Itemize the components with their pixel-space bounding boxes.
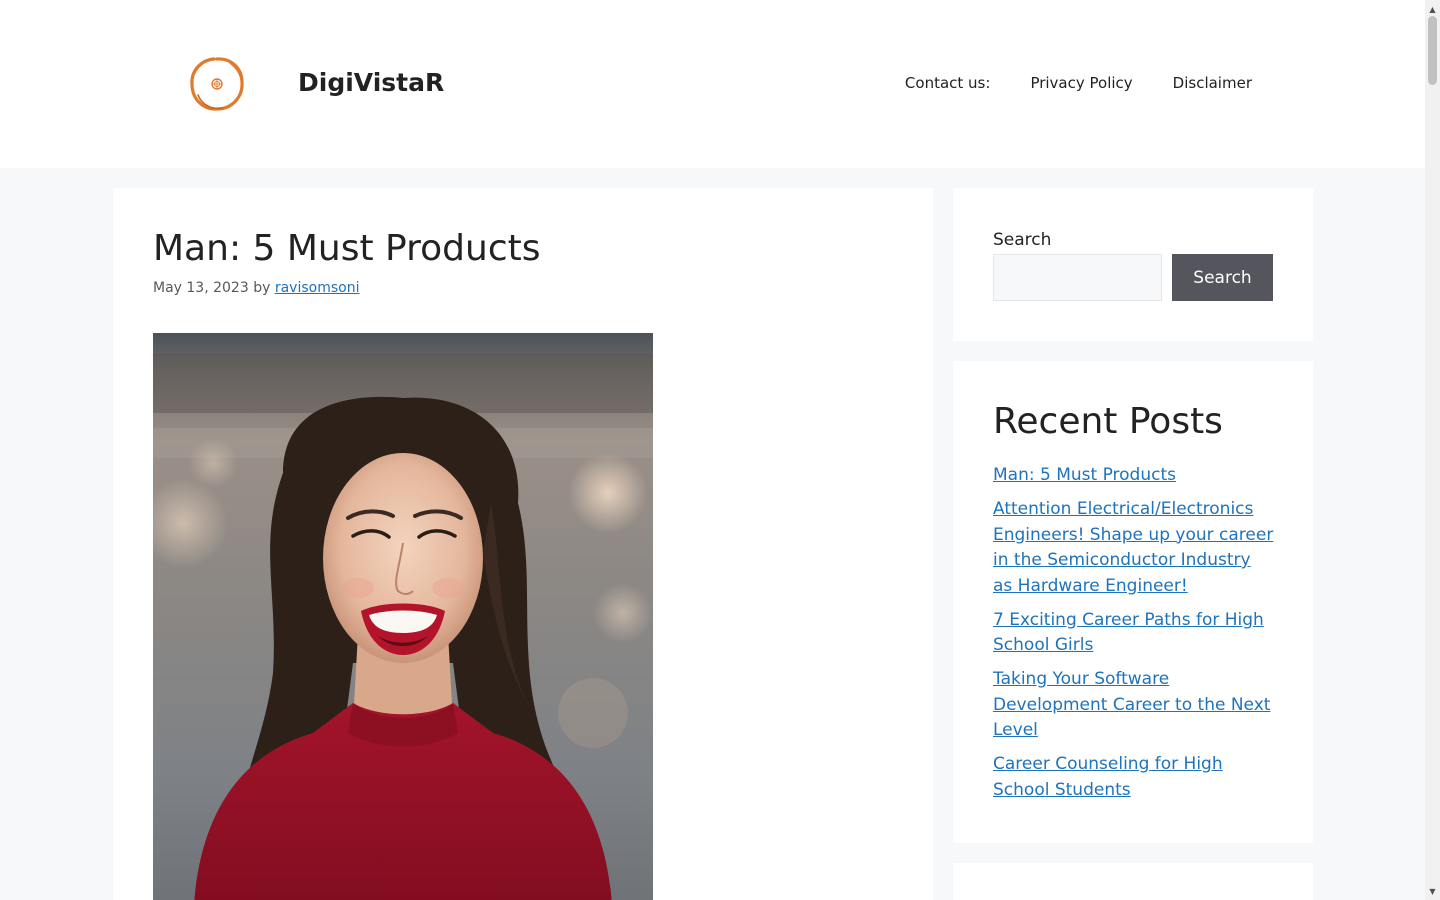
main-navigation: Contact us: Privacy Policy Disclaimer bbox=[905, 72, 1252, 94]
article-container: Man: 5 Must Products May 13, 2023 by rav… bbox=[113, 188, 933, 900]
recent-posts-list: Man: 5 Must Products Attention Electrica… bbox=[993, 463, 1275, 812]
list-item: Career Counseling for High School Studen… bbox=[993, 752, 1275, 803]
list-item: Taking Your Software Development Career … bbox=[993, 667, 1275, 744]
search-button[interactable]: Search bbox=[1172, 254, 1273, 301]
recent-post-link[interactable]: Man: 5 Must Products bbox=[993, 465, 1176, 485]
featured-image bbox=[153, 333, 653, 900]
recent-post-link[interactable]: Attention Electrical/Electronics Enginee… bbox=[993, 499, 1273, 596]
list-item: Man: 5 Must Products bbox=[993, 463, 1275, 489]
list-item: 7 Exciting Career Paths for High School … bbox=[993, 608, 1275, 659]
recent-post-link[interactable]: Taking Your Software Development Career … bbox=[993, 669, 1270, 740]
search-label: Search bbox=[993, 230, 1052, 250]
scroll-up-arrow-icon[interactable]: ▲ bbox=[1425, 2, 1440, 16]
search-input[interactable] bbox=[993, 254, 1162, 301]
article-by-label: by bbox=[253, 280, 271, 296]
recent-post-link[interactable]: 7 Exciting Career Paths for High School … bbox=[993, 610, 1264, 656]
scrollbar-thumb[interactable] bbox=[1428, 16, 1437, 85]
page-viewport: DigiVistaR Contact us: Privacy Policy Di… bbox=[0, 0, 1425, 900]
recent-post-link[interactable]: Career Counseling for High School Studen… bbox=[993, 754, 1223, 800]
article-title: Man: 5 Must Products bbox=[153, 228, 541, 269]
recent-posts-widget: Recent Posts Man: 5 Must Products Attent… bbox=[953, 361, 1313, 843]
page-scrollbar[interactable]: ▲ ▼ bbox=[1425, 0, 1440, 900]
site-title[interactable]: DigiVistaR bbox=[298, 66, 444, 100]
site-logo[interactable] bbox=[186, 53, 248, 115]
article-author-link[interactable]: ravisomsoni bbox=[275, 280, 360, 296]
nav-contact-us[interactable]: Contact us: bbox=[905, 72, 991, 94]
site-header: DigiVistaR Contact us: Privacy Policy Di… bbox=[0, 0, 1425, 168]
article-date: May 13, 2023 bbox=[153, 280, 249, 296]
orange-ring-logo-icon bbox=[190, 57, 244, 111]
search-widget: Search Search bbox=[953, 188, 1313, 341]
nav-privacy-policy[interactable]: Privacy Policy bbox=[1030, 72, 1132, 94]
nav-disclaimer[interactable]: Disclaimer bbox=[1173, 72, 1252, 94]
scroll-down-arrow-icon[interactable]: ▼ bbox=[1425, 884, 1440, 898]
recent-posts-title: Recent Posts bbox=[993, 401, 1223, 442]
list-item: Attention Electrical/Electronics Enginee… bbox=[993, 497, 1275, 599]
smiling-woman-photo-icon bbox=[153, 333, 653, 900]
article-meta: May 13, 2023 by ravisomsoni bbox=[153, 278, 359, 298]
sidebar-widget-partial bbox=[953, 863, 1313, 900]
